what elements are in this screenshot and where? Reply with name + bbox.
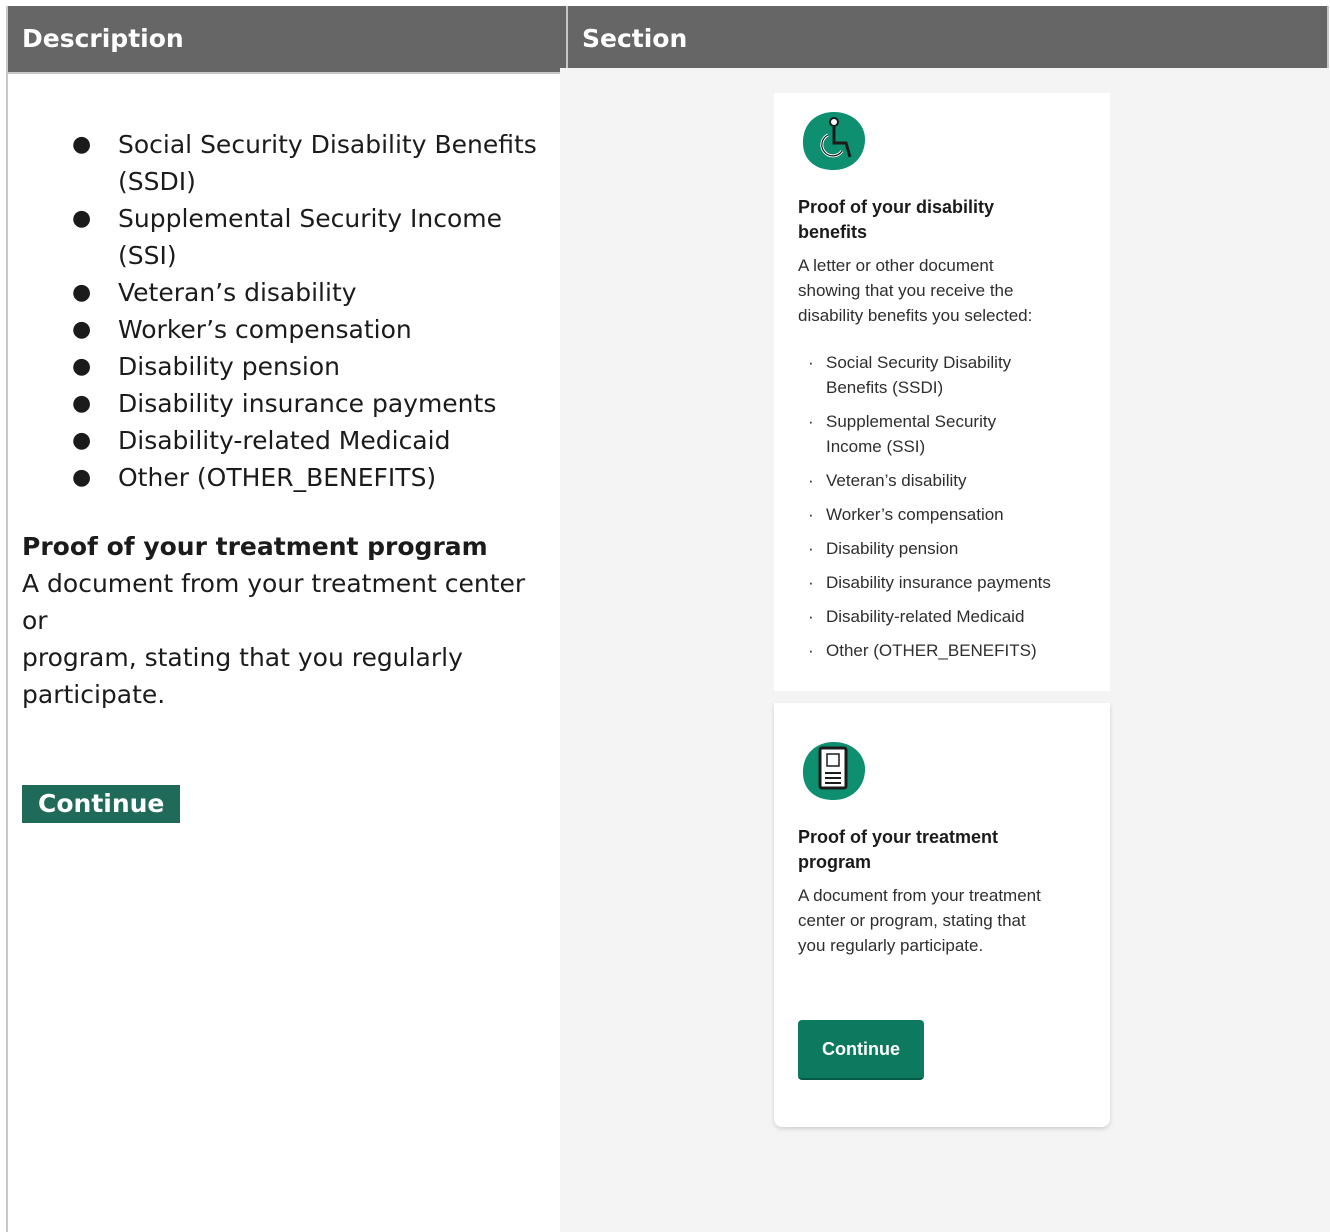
bullet-icon: · <box>808 471 814 490</box>
list-item: ● Disability insurance payments <box>22 385 552 422</box>
list-item: ● Supplemental Security Income (SSI) <box>22 200 552 274</box>
wheelchair-icon <box>798 109 868 173</box>
text-line: A document from your treatment <box>798 886 1041 905</box>
card-description: A letter or other document showing that y… <box>798 253 1086 328</box>
bullet-icon: ● <box>72 465 92 490</box>
list-item: · Disability pension <box>798 536 1086 561</box>
treatment-program-card: Proof of your treatment program A documen… <box>774 703 1110 1127</box>
text-line: Disability pension <box>118 352 340 381</box>
list-item: · Disability-related Medicaid <box>798 604 1086 629</box>
description-cell: ● Social Security Disability Benefits (SSD… <box>22 74 552 823</box>
bullet-icon: ● <box>72 280 92 305</box>
text-line: Disability-related Medicaid <box>826 607 1025 626</box>
text-line: Social Security Disability <box>826 353 1012 372</box>
disability-benefits-card: Proof of your disability benefits A lette… <box>774 93 1110 691</box>
text-line: Proof of your treatment <box>798 827 999 847</box>
text-line: A letter or other document <box>798 256 994 275</box>
list-item: ● Worker’s compensation <box>22 311 552 348</box>
text-line: participate. <box>22 680 166 709</box>
bullet-icon: · <box>808 573 814 592</box>
list-item: · Social Security Disability Benefits (SSD… <box>798 350 1086 400</box>
list-item: ● Disability pension <box>22 348 552 385</box>
bullet-icon: · <box>808 607 814 626</box>
document-icon <box>798 739 868 803</box>
treatment-title: Proof of your treatment program <box>22 532 488 561</box>
card-benefits-list: · Social Security Disability Benefits (SSD… <box>798 350 1086 663</box>
list-item: · Worker’s compensation <box>798 502 1086 527</box>
list-item: ● Veteran’s disability <box>22 274 552 311</box>
bullet-icon: · <box>808 641 814 660</box>
text-line: (SSDI) <box>118 167 196 196</box>
description-header: Description <box>8 6 568 72</box>
bullet-icon: ● <box>72 428 92 453</box>
text-line: (SSI) <box>118 241 177 270</box>
bullet-icon: ● <box>72 391 92 416</box>
bullet-icon: ● <box>72 206 92 231</box>
section-header: Section <box>582 24 688 53</box>
text-line: Supplemental Security <box>826 412 997 431</box>
text-line: Proof of your disability <box>798 197 995 217</box>
text-line: disability benefits you selected: <box>798 306 1033 325</box>
list-item: · Veteran’s disability <box>798 468 1086 493</box>
text-line: Social Security Disability Benefits <box>118 130 537 159</box>
list-item: ● Disability-related Medicaid <box>22 422 552 459</box>
bullet-icon: · <box>808 539 814 558</box>
text-line: showing that you receive the <box>798 281 1014 300</box>
text-line: Disability insurance payments <box>118 389 497 418</box>
bullet-icon: ● <box>72 132 92 157</box>
text-line: you regularly participate. <box>798 936 984 955</box>
text-line: Other (OTHER_BENEFITS) <box>826 641 1037 660</box>
list-item: · Disability insurance payments <box>798 570 1086 595</box>
bullet-icon: ● <box>72 354 92 379</box>
text-line: Supplemental Security Income <box>118 204 502 233</box>
text-line: Disability pension <box>826 539 959 558</box>
list-item: · Supplemental Security Income (SSI) <box>798 409 1086 459</box>
list-item: · Other (OTHER_BENEFITS) <box>798 638 1086 663</box>
bullet-icon: · <box>808 505 814 524</box>
bullet-icon: ● <box>72 317 92 342</box>
text-line: Disability insurance payments <box>826 573 1051 592</box>
table-header: Description Section <box>8 6 1327 72</box>
card-title: Proof of your treatment program <box>798 825 1086 875</box>
card-title: Proof of your disability benefits <box>798 195 1086 245</box>
text-line: Other (OTHER_BENEFITS) <box>118 463 437 492</box>
list-item: ● Other (OTHER_BENEFITS) <box>22 459 552 496</box>
bullet-icon: · <box>808 353 814 372</box>
text-line: Disability-related Medicaid <box>118 426 451 455</box>
list-item: ● Social Security Disability Benefits (SSD… <box>22 126 552 200</box>
text-line: Worker’s compensation <box>826 505 1004 524</box>
treatment-description: A document from your treatment center or… <box>22 565 552 713</box>
text-line: Income (SSI) <box>826 437 926 456</box>
text-line: Benefits (SSDI) <box>826 378 944 397</box>
text-line: center or program, stating that <box>798 911 1026 930</box>
text-line: Veteran’s disability <box>118 278 357 307</box>
benefits-list: ● Social Security Disability Benefits (SSD… <box>22 126 552 496</box>
text-line: Veteran’s disability <box>826 471 967 490</box>
text-line: Worker’s compensation <box>118 315 412 344</box>
card-description: A document from your treatment center or … <box>798 883 1086 958</box>
continue-button[interactable]: Continue <box>798 1020 924 1080</box>
text-line: program, stating that you regularly <box>22 643 463 672</box>
text-line: program <box>798 852 872 872</box>
bullet-icon: · <box>808 412 814 431</box>
text-line: benefits <box>798 222 868 242</box>
continue-text: Continue <box>22 785 181 823</box>
text-line: A document from your treatment center or <box>22 569 526 635</box>
